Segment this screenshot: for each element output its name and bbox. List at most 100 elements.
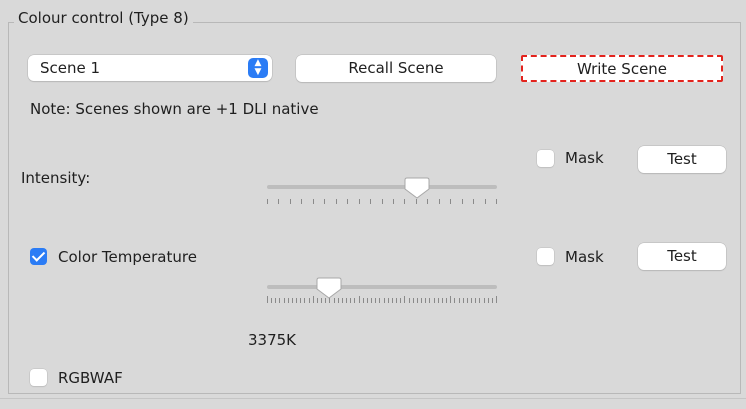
slider-tick bbox=[483, 298, 485, 303]
color-temperature-checkbox[interactable] bbox=[30, 248, 47, 265]
slider-tick bbox=[333, 298, 335, 303]
slider-tick bbox=[283, 298, 285, 303]
intensity-label: Intensity: bbox=[21, 169, 91, 187]
slider-tick bbox=[412, 298, 414, 303]
slider-tick bbox=[487, 298, 489, 303]
intensity-slider-ticks bbox=[267, 197, 497, 204]
color-temperature-value: 3375K bbox=[248, 331, 297, 349]
color-temperature-slider-ticks bbox=[267, 296, 497, 303]
slider-tick bbox=[312, 199, 314, 204]
group-title: Colour control (Type 8) bbox=[14, 8, 193, 28]
slider-tick bbox=[421, 298, 423, 303]
slider-tick bbox=[321, 298, 323, 303]
checkmark-icon bbox=[31, 248, 46, 262]
slider-tick bbox=[404, 199, 406, 204]
slider-tick bbox=[415, 199, 417, 204]
color-temperature-label: Color Temperature bbox=[58, 248, 197, 266]
recall-scene-button[interactable]: Recall Scene bbox=[296, 55, 496, 82]
slider-tick bbox=[383, 298, 385, 303]
slider-tick bbox=[354, 298, 356, 303]
slider-tick bbox=[400, 298, 402, 303]
slider-tick bbox=[362, 298, 364, 303]
slider-tick bbox=[496, 199, 497, 204]
slider-tick bbox=[267, 296, 268, 303]
slider-tick bbox=[450, 199, 452, 204]
slider-tick bbox=[278, 199, 280, 204]
slider-tick bbox=[437, 298, 439, 303]
slider-tick bbox=[337, 298, 339, 303]
slider-tick bbox=[429, 298, 431, 303]
slider-tick bbox=[450, 296, 452, 303]
slider-tick bbox=[371, 298, 373, 303]
slider-tick bbox=[335, 199, 337, 204]
slider-tick bbox=[267, 199, 268, 204]
slider-tick bbox=[475, 298, 477, 303]
intensity-mask-checkbox[interactable] bbox=[537, 150, 554, 167]
slider-tick bbox=[296, 298, 298, 303]
intensity-slider-thumb[interactable] bbox=[404, 177, 430, 199]
intensity-test-button[interactable]: Test bbox=[638, 146, 726, 173]
slider-tick bbox=[438, 199, 440, 204]
color-temperature-mask-label: Mask bbox=[565, 248, 604, 266]
slider-tick bbox=[458, 298, 460, 303]
slider-tick bbox=[379, 298, 381, 303]
write-scene-button[interactable]: Write Scene bbox=[521, 55, 723, 82]
slider-tick bbox=[291, 298, 293, 303]
slider-tick bbox=[271, 298, 273, 303]
slider-tick bbox=[462, 298, 464, 303]
scene-select[interactable]: Scene 1 ▲ ▼ bbox=[28, 55, 272, 81]
slider-tick bbox=[387, 298, 389, 303]
slider-tick bbox=[275, 298, 277, 303]
rgbwaf-checkbox[interactable] bbox=[30, 369, 47, 386]
slider-tick bbox=[433, 298, 435, 303]
rgbwaf-label: RGBWAF bbox=[58, 369, 123, 387]
color-temperature-test-button[interactable]: Test bbox=[638, 243, 726, 270]
slider-tick bbox=[425, 298, 427, 303]
slider-tick bbox=[300, 298, 302, 303]
slider-tick bbox=[279, 298, 281, 303]
color-temperature-mask-checkbox[interactable] bbox=[537, 248, 554, 265]
slider-tick bbox=[381, 199, 383, 204]
slider-tick bbox=[308, 298, 310, 303]
slider-tick bbox=[427, 199, 429, 204]
slider-tick bbox=[301, 199, 303, 204]
slider-tick bbox=[416, 298, 418, 303]
slider-tick bbox=[454, 298, 456, 303]
slider-tick bbox=[312, 296, 314, 303]
slider-tick bbox=[316, 298, 318, 303]
slider-tick bbox=[350, 298, 352, 303]
slider-tick bbox=[404, 296, 406, 303]
slider-tick bbox=[366, 298, 368, 303]
slider-tick bbox=[491, 298, 493, 303]
intensity-slider-track[interactable] bbox=[267, 185, 497, 189]
slider-tick bbox=[441, 298, 443, 303]
slider-tick bbox=[496, 296, 497, 303]
slider-tick bbox=[324, 199, 326, 204]
slider-tick bbox=[391, 298, 393, 303]
scene-select-value: Scene 1 bbox=[40, 59, 101, 77]
color-temperature-slider-track[interactable] bbox=[267, 285, 497, 289]
slider-tick bbox=[466, 298, 468, 303]
slider-tick bbox=[289, 199, 291, 204]
up-down-chevron-icon: ▲ ▼ bbox=[248, 58, 268, 78]
note-text: Note: Scenes shown are +1 DLI native bbox=[30, 100, 319, 118]
slider-tick bbox=[396, 298, 398, 303]
slider-tick bbox=[346, 298, 348, 303]
slider-tick bbox=[375, 298, 377, 303]
slider-tick bbox=[446, 298, 448, 303]
slider-tick bbox=[329, 298, 331, 303]
slider-tick bbox=[304, 298, 306, 303]
slider-tick bbox=[358, 199, 360, 204]
slider-tick bbox=[341, 298, 343, 303]
slider-tick bbox=[484, 199, 486, 204]
slider-tick bbox=[370, 199, 372, 204]
slider-tick bbox=[358, 296, 360, 303]
slider-tick bbox=[461, 199, 463, 204]
slider-tick bbox=[287, 298, 289, 303]
bottom-divider bbox=[0, 398, 746, 399]
slider-tick bbox=[392, 199, 394, 204]
slider-tick bbox=[471, 298, 473, 303]
intensity-mask-label: Mask bbox=[565, 149, 604, 167]
slider-tick bbox=[473, 199, 475, 204]
slider-tick bbox=[325, 298, 327, 303]
